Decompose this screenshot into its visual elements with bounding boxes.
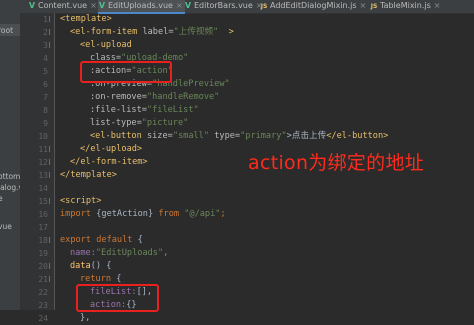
line-number: 9	[43, 119, 48, 128]
line-number: 15	[38, 197, 48, 206]
line-number: 4	[43, 54, 48, 63]
sidebar-item-dialog-vue[interactable]: ialog.v	[0, 183, 20, 192]
line-number: 12	[38, 158, 48, 167]
vue-file-icon: V	[28, 1, 36, 10]
line-number: 7	[43, 93, 48, 102]
code-line-15: <script>	[60, 196, 102, 206]
code-line-7: :on-remove="handleRemove"	[90, 92, 220, 102]
fold-icon[interactable]	[49, 276, 53, 282]
code-line-11: </el-upload>	[80, 144, 143, 154]
code-line-24: },	[80, 313, 91, 323]
line-number: 1	[43, 15, 48, 24]
fold-icon[interactable]	[49, 29, 53, 35]
close-tab-icon[interactable]: ×	[90, 1, 97, 10]
code-line-9: list-type="picture"	[90, 118, 189, 128]
fold-icon[interactable]	[49, 263, 53, 269]
sidebar-item-root[interactable]: root	[0, 26, 13, 35]
line-number: 17	[38, 223, 48, 232]
fold-icon[interactable]	[49, 16, 53, 22]
fold-icon[interactable]	[49, 198, 53, 204]
fold-icon[interactable]	[49, 237, 53, 243]
sidebar-item-e[interactable]: e	[0, 194, 3, 203]
js-file-icon: JS	[370, 3, 378, 10]
action-highlight-box	[80, 61, 172, 83]
code-line-3: <el-upload	[80, 40, 132, 50]
line-number: 24	[38, 314, 48, 323]
tab-content-vue[interactable]: V Content.vue ×	[28, 0, 97, 13]
line-number: 14	[38, 184, 48, 193]
line-number: 3	[43, 41, 48, 50]
line-number: 20	[38, 262, 48, 271]
line-number: 6	[43, 80, 48, 89]
code-line-1: <template>	[60, 14, 112, 24]
vue-file-icon: V	[98, 1, 106, 10]
project-sidebar: root ottom.v ialog.v e vue	[0, 0, 21, 310]
tab-tablemixin-js[interactable]: JS TableMixin.js ×	[370, 0, 441, 13]
close-tab-icon[interactable]: ×	[434, 1, 441, 10]
code-line-10: <el-button size="small" type="primary">点…	[90, 131, 389, 141]
vue-file-icon: V	[184, 1, 192, 10]
fold-icon[interactable]	[49, 42, 53, 48]
editor-tab-bar: V Content.vue × V EditUploads.vue × V EditorB…	[20, 0, 474, 14]
line-number-gutter: 1 2 3 4 5 6 7 8 9 10 11 12 13 14 15 16 17 18 19 20 21 22 23 24	[20, 13, 55, 323]
code-line-19: name:"EditUploads",	[70, 248, 169, 258]
code-line-12: </el-form-item>	[70, 157, 148, 167]
line-number: 2	[43, 28, 48, 37]
code-line-16: import {getAction} from "@/api";	[60, 209, 226, 219]
fold-icon[interactable]	[49, 146, 53, 152]
line-number: 10	[38, 132, 48, 141]
close-tab-icon[interactable]: ×	[360, 1, 367, 10]
tab-addeditdialogmixin-js[interactable]: JS AddEditDialogMixin.js ×	[260, 0, 367, 13]
annotation-text: action为绑定的地址	[248, 152, 425, 174]
fold-icon[interactable]	[49, 172, 53, 178]
line-number: 13	[38, 171, 48, 180]
tab-editorbars-vue[interactable]: V EditorBars.vue ×	[184, 0, 263, 13]
code-line-18: export default {	[60, 235, 143, 245]
line-number: 18	[38, 236, 48, 245]
tab-edituploads-vue[interactable]: V EditUploads.vue ×	[98, 0, 185, 14]
fold-icon[interactable]	[49, 159, 53, 165]
sidebar-item-vue[interactable]: vue	[0, 222, 12, 231]
line-number: 22	[38, 288, 48, 297]
line-number: 5	[43, 67, 48, 76]
action-data-highlight-box	[76, 284, 159, 312]
line-number: 11	[38, 145, 48, 154]
code-line-20: data() {	[70, 261, 112, 271]
line-number: 8	[43, 106, 48, 115]
js-file-icon: JS	[260, 3, 268, 10]
line-number: 19	[38, 249, 48, 258]
code-line-13: </template>	[60, 170, 117, 180]
close-tab-icon[interactable]: ×	[176, 1, 183, 10]
line-number: 23	[38, 301, 48, 310]
line-number: 21	[38, 275, 48, 284]
sidebar-item-bottom-vue[interactable]: ottom.v	[0, 172, 20, 181]
code-line-8: :file-list="fileList"	[90, 105, 199, 115]
code-line-2: <el-form-item label="上传视频" >	[70, 27, 234, 37]
line-number: 16	[38, 210, 48, 219]
